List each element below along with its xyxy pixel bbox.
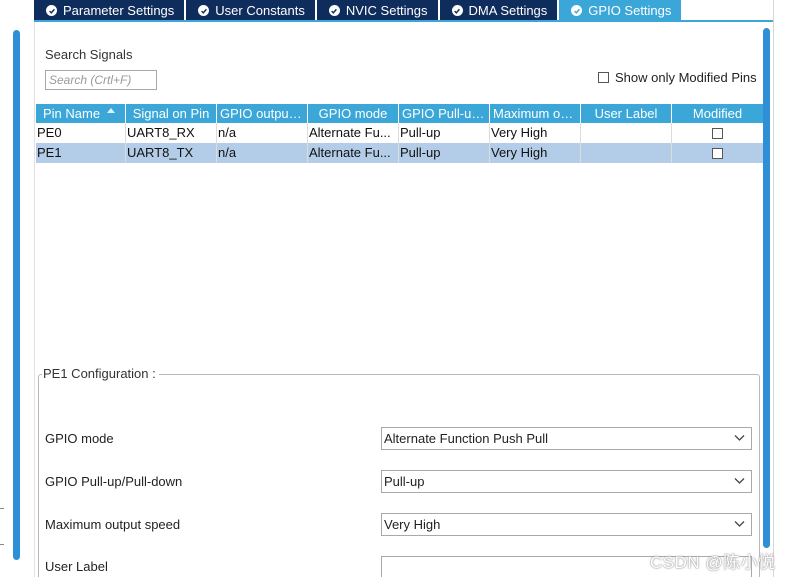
table-row[interactable]: PE0 UART8_RX n/a Alternate Fu... Pull-up… [36, 123, 763, 143]
tab-parameter-settings[interactable]: Parameter Settings [34, 0, 185, 21]
column-header-pull[interactable]: GPIO Pull-up... [399, 104, 490, 123]
cell-mode: Alternate Fu... [308, 123, 399, 143]
check-circle-icon [198, 5, 210, 16]
check-circle-icon [571, 5, 583, 16]
cell-output: n/a [217, 143, 308, 163]
column-header-gpio-output[interactable]: GPIO output ... [217, 104, 308, 123]
cell-speed: Very High [490, 143, 581, 163]
right-scrollbar[interactable] [763, 28, 770, 548]
cell-mode: Alternate Fu... [308, 143, 399, 163]
column-header-modified[interactable]: Modified [672, 104, 763, 123]
left-tick [0, 544, 4, 545]
tab-nvic-settings[interactable]: NVIC Settings [316, 0, 438, 21]
max-speed-value: Very High [384, 517, 441, 532]
modified-checkbox[interactable] [711, 147, 723, 159]
gpio-mode-select[interactable]: Alternate Function Push Pull [381, 427, 752, 450]
chevron-down-icon [734, 478, 745, 484]
settings-tab-bar: Parameter Settings User Constants NVIC S… [34, 0, 774, 21]
left-tick [0, 508, 4, 509]
table-row[interactable]: PE1 UART8_TX n/a Alternate Fu... Pull-up… [36, 143, 763, 163]
checkbox-icon[interactable] [598, 72, 609, 83]
chevron-down-icon [734, 521, 745, 527]
cell-pin: PE0 [36, 123, 126, 143]
tab-label: Parameter Settings [63, 3, 175, 18]
cell-output: n/a [217, 123, 308, 143]
left-scrollbar[interactable] [13, 30, 20, 560]
tab-label: DMA Settings [468, 3, 548, 18]
pull-label: GPIO Pull-up/Pull-down [45, 474, 183, 489]
column-header-signal[interactable]: Signal on Pin [126, 104, 217, 123]
table-header: Pin Name Signal on Pin GPIO output ... G… [36, 104, 763, 123]
check-circle-icon [451, 5, 463, 16]
sort-ascending-icon [107, 108, 115, 113]
check-circle-icon [46, 5, 57, 16]
max-speed-select[interactable]: Very High [381, 513, 752, 536]
pin-table: Pin Name Signal on Pin GPIO output ... G… [36, 104, 763, 163]
column-header-max-speed[interactable]: Maximum ou... [490, 104, 581, 123]
column-header-user-label[interactable]: User Label [581, 104, 672, 123]
user-label-label: User Label [45, 559, 108, 574]
cell-pull: Pull-up [399, 143, 490, 163]
gpio-mode-label: GPIO mode [45, 431, 114, 446]
cell-user-label [581, 143, 672, 163]
cell-signal: UART8_TX [126, 143, 217, 163]
tab-label: User Constants [215, 3, 305, 18]
cell-user-label [581, 123, 672, 143]
tab-gpio-settings[interactable]: GPIO Settings [559, 0, 682, 21]
tab-dma-settings[interactable]: DMA Settings [439, 0, 558, 21]
column-header-gpio-mode[interactable]: GPIO mode [308, 104, 399, 123]
pull-select[interactable]: Pull-up [381, 470, 752, 493]
panel-edge [773, 0, 774, 577]
tab-label: NVIC Settings [345, 3, 428, 18]
tab-label: GPIO Settings [588, 3, 672, 18]
max-speed-label: Maximum output speed [45, 517, 181, 532]
cell-pull: Pull-up [399, 123, 490, 143]
show-only-modified-toggle[interactable]: Show only Modified Pins [598, 70, 757, 85]
modified-checkbox[interactable] [711, 127, 723, 139]
search-signals-label: Search Signals [45, 47, 133, 62]
gpio-mode-value: Alternate Function Push Pull [384, 431, 549, 446]
search-input[interactable] [45, 70, 157, 90]
cell-pin: PE1 [36, 143, 126, 163]
column-header-pin-name[interactable]: Pin Name [36, 104, 126, 123]
show-only-modified-label: Show only Modified Pins [615, 70, 757, 85]
pin-configuration-title: PE1 Configuration : [42, 366, 159, 381]
cell-modified [672, 123, 763, 143]
cell-speed: Very High [490, 123, 581, 143]
pull-value: Pull-up [384, 474, 425, 489]
cell-signal: UART8_RX [126, 123, 217, 143]
cell-modified [672, 143, 763, 163]
check-circle-icon [328, 5, 340, 16]
chevron-down-icon [734, 435, 745, 441]
tab-user-constants[interactable]: User Constants [186, 0, 315, 21]
watermark: CSDN @陈小悦 [650, 553, 776, 572]
